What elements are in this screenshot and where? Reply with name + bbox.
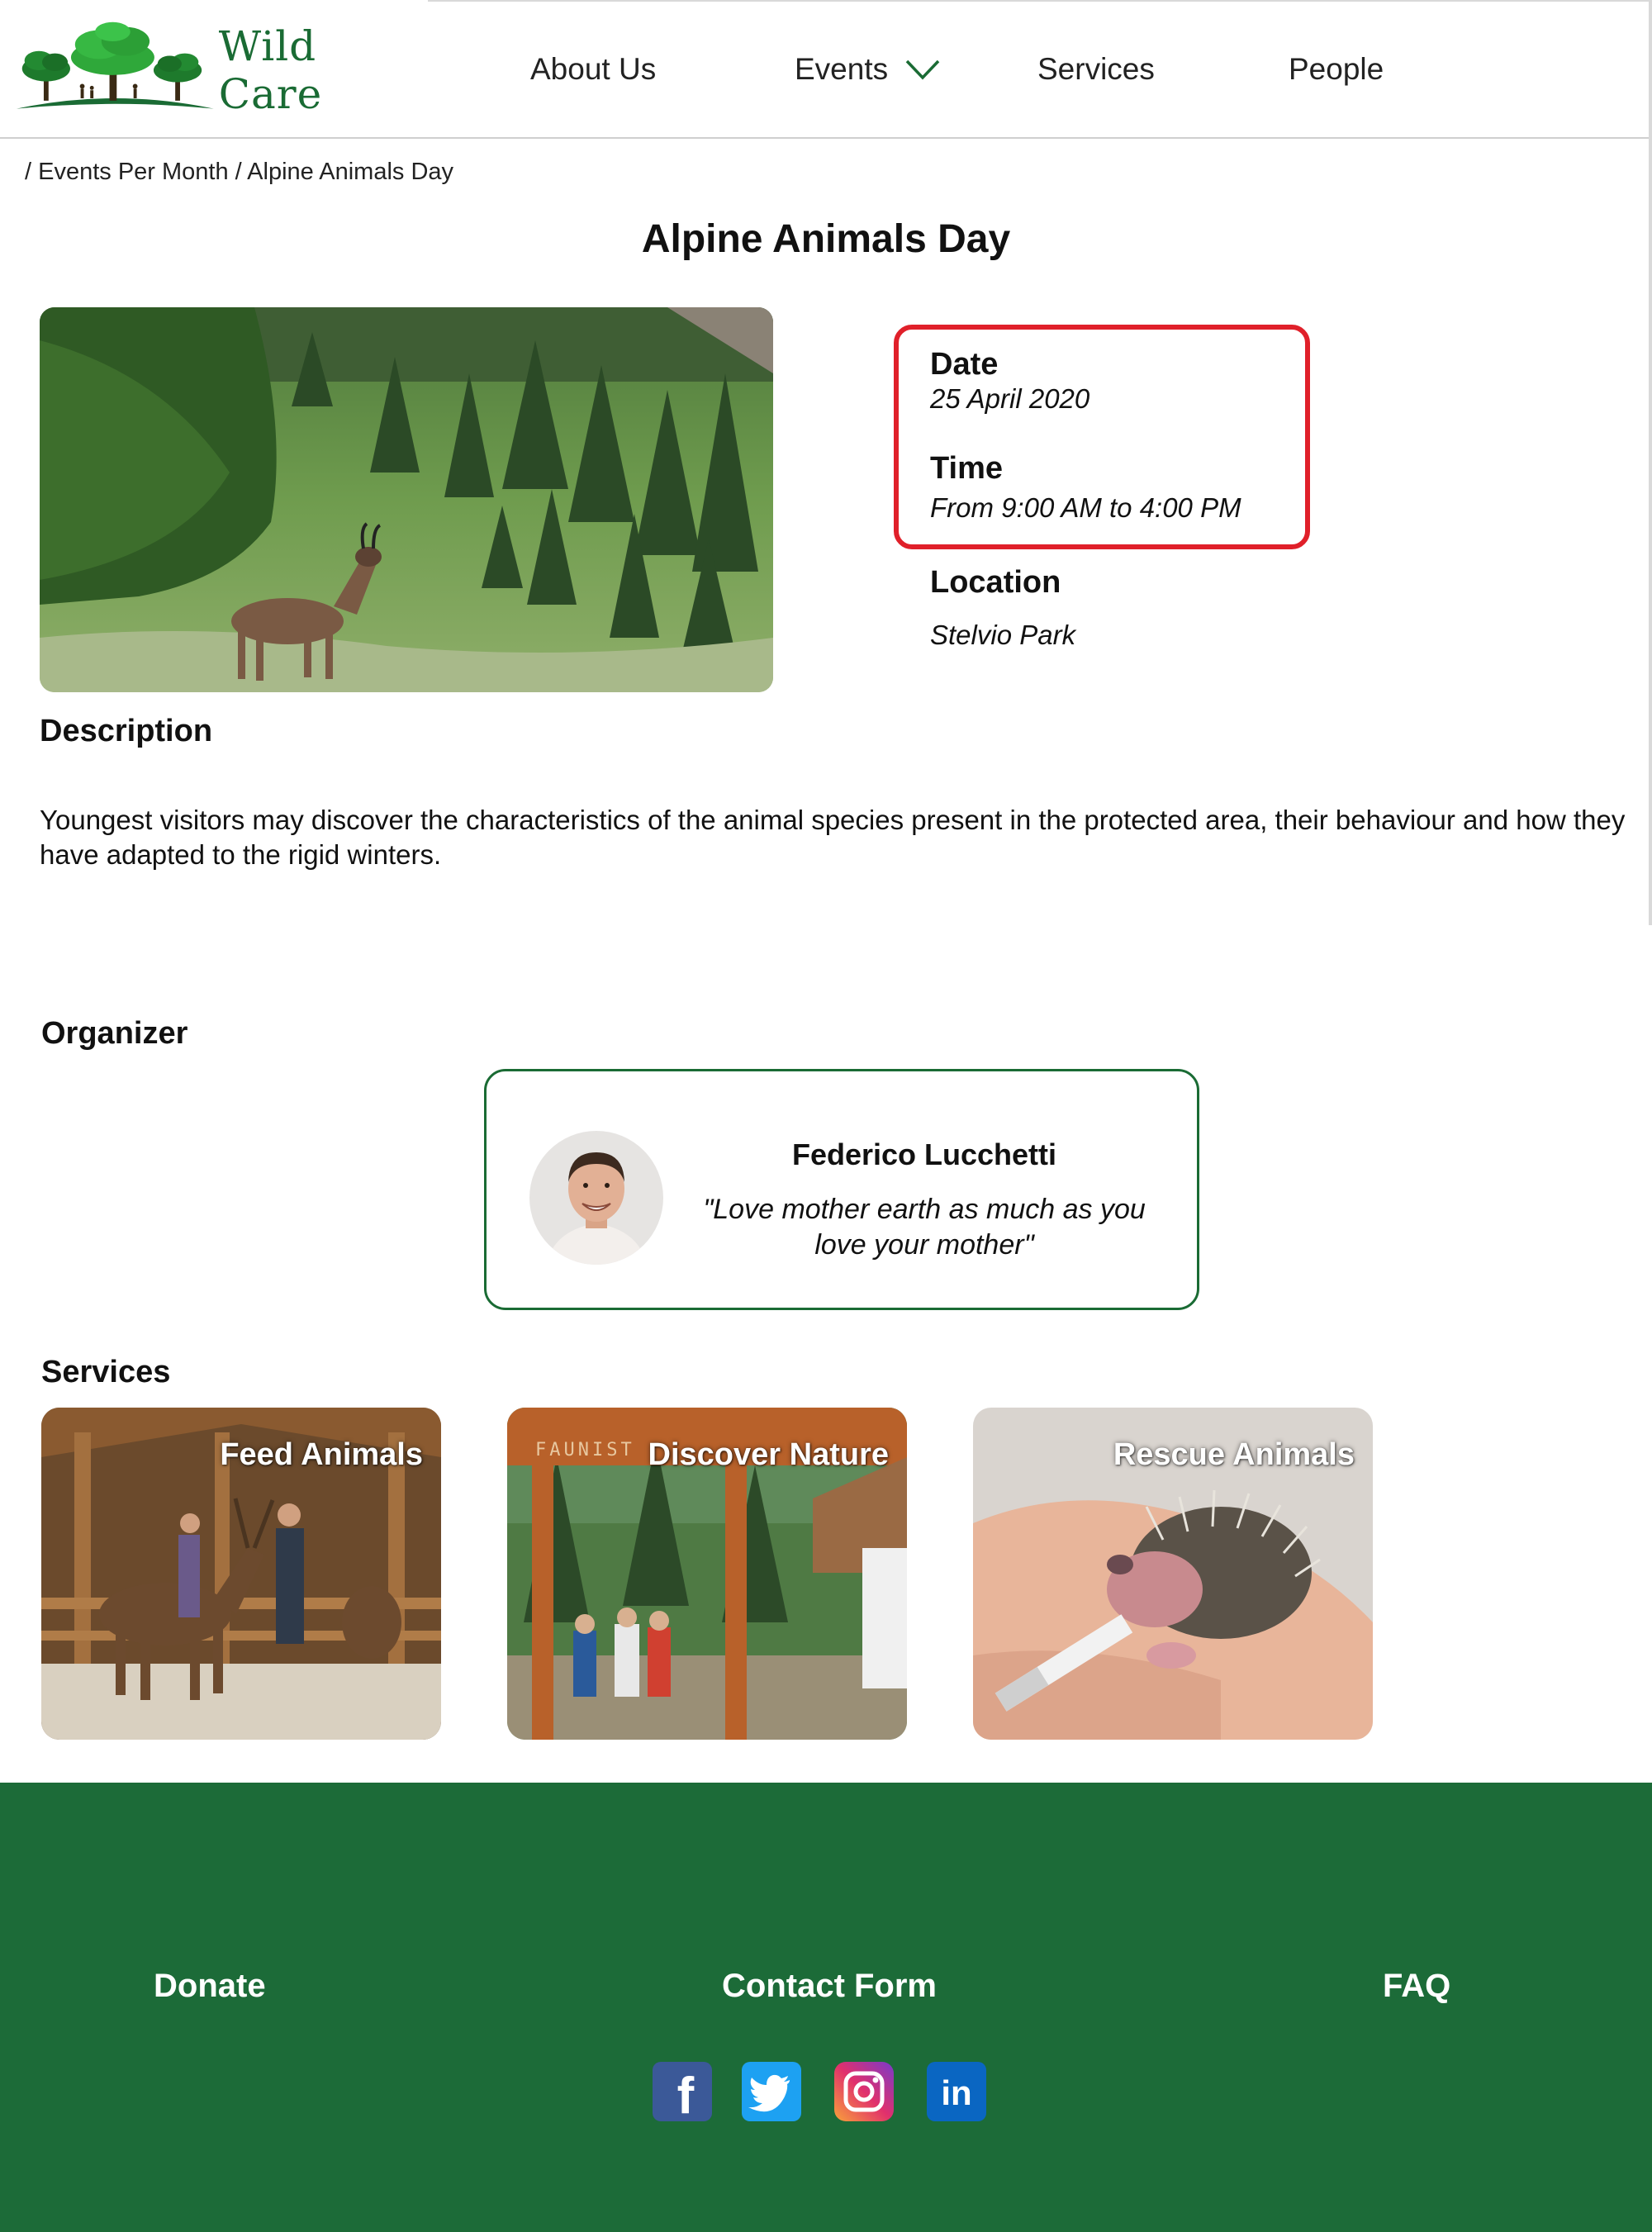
description-heading: Description	[40, 714, 213, 748]
time-label: Time	[930, 451, 1004, 486]
facebook-glyph: f	[677, 2068, 695, 2121]
linkedin-icon: in	[927, 2062, 986, 2121]
nav-people-label: People	[1289, 52, 1384, 86]
nav-about-us[interactable]: About Us	[530, 0, 656, 139]
faunist-sign: FAUNIST	[535, 1440, 635, 1460]
service-label-discover-nature: Discover Nature	[648, 1437, 889, 1472]
service-card-feed-animals[interactable]: Feed Animals	[41, 1408, 441, 1740]
linkedin-glyph: in	[941, 2073, 971, 2112]
site-logo[interactable]: Wild Care	[15, 17, 428, 124]
footer-faq-link[interactable]: FAQ	[1383, 1968, 1450, 2005]
alpine-meadow-image	[40, 307, 773, 692]
organizer-name: Federico Lucchetti	[791, 1137, 1057, 1171]
description-text: Youngest visitors may discover the chara…	[40, 805, 1626, 870]
location-value: Stelvio Park	[930, 620, 1076, 650]
linkedin-link[interactable]: in	[927, 2062, 986, 2121]
service-label-rescue-animals: Rescue Animals	[1113, 1437, 1355, 1472]
breadcrumb[interactable]: / Events Per Month / Alpine Animals Day	[25, 159, 453, 186]
instagram-icon	[834, 2062, 894, 2121]
page: Wild Care About Us Events Services Peopl…	[0, 0, 1652, 2232]
site-header: Wild Care About Us Events Services Peopl…	[0, 0, 1652, 139]
service-card-discover-nature[interactable]: FAUNIST Discover Nature	[507, 1408, 907, 1740]
twitter-link[interactable]	[742, 2062, 801, 2121]
chevron-down-icon	[905, 59, 940, 80]
nav-services[interactable]: Services	[1037, 0, 1155, 139]
page-right-rule	[1649, 0, 1652, 925]
page-title: Alpine Animals Day	[641, 217, 1011, 261]
services-heading: Services	[41, 1355, 171, 1389]
nav-people[interactable]: People	[1289, 0, 1384, 139]
organizer-heading: Organizer	[41, 1016, 188, 1051]
instagram-link[interactable]	[834, 2062, 894, 2121]
organizer-avatar	[529, 1131, 663, 1265]
service-label-feed-animals: Feed Animals	[220, 1437, 423, 1472]
tree-logo-icon	[16, 21, 214, 109]
nav-events-dropdown[interactable]: Events	[795, 0, 941, 139]
nav-events-label: Events	[795, 52, 889, 86]
footer-contact-link[interactable]: Contact Form	[722, 1968, 937, 2005]
facebook-link[interactable]: f	[653, 2062, 712, 2121]
site-footer: Donate Contact Form FAQ f in	[0, 1783, 1652, 2232]
facebook-icon: f	[653, 2062, 712, 2121]
location-label: Location	[930, 565, 1061, 600]
footer-donate-link[interactable]: Donate	[154, 1968, 266, 2005]
date-label: Date	[930, 347, 999, 382]
date-value: 25 April 2020	[930, 383, 1090, 414]
organizer-quote: "Love mother earth as much as you love y…	[703, 1194, 1146, 1261]
brand-name: Wild Care	[218, 22, 323, 118]
nav-about-label: About Us	[530, 52, 657, 86]
time-value: From 9:00 AM to 4:00 PM	[930, 492, 1241, 523]
organizer-card[interactable]: Federico Lucchetti "Love mother earth as…	[484, 1069, 1199, 1310]
event-photo-chamois	[40, 307, 773, 692]
nav-services-label: Services	[1037, 52, 1155, 86]
person-photo	[529, 1131, 663, 1265]
service-card-rescue-animals[interactable]: Rescue Animals	[973, 1408, 1373, 1740]
twitter-icon	[742, 2062, 801, 2121]
